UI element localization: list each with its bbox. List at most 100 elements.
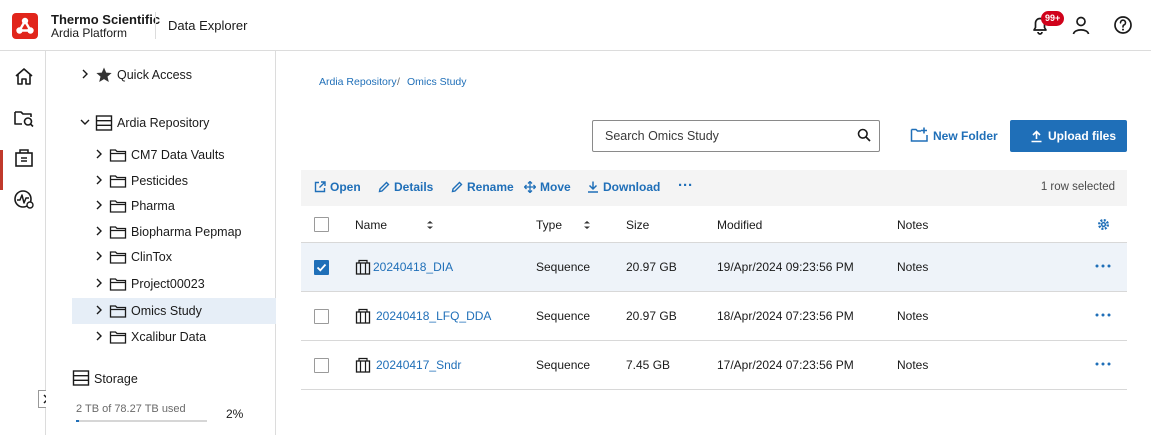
nav-data-explorer[interactable]: [12, 106, 36, 130]
tree-item-project00023[interactable]: Project00023: [72, 272, 276, 296]
row-name-link[interactable]: 20240418_DIA: [373, 260, 453, 274]
row-size: 20.97 GB: [626, 260, 677, 274]
chevron-right-icon: [82, 69, 88, 79]
more-actions-button[interactable]: ···: [678, 177, 693, 194]
platform-name: Ardia Platform: [51, 26, 128, 40]
tree-item-clintox[interactable]: ClinTox: [72, 245, 276, 269]
open-external-icon: [314, 181, 326, 193]
row-type: Sequence: [536, 358, 591, 372]
select-all-checkbox[interactable]: [314, 217, 329, 232]
nav-home[interactable]: [12, 65, 36, 89]
more-horizontal-icon[interactable]: [1094, 358, 1112, 370]
column-type[interactable]: Type: [536, 218, 562, 232]
help-icon: [1114, 16, 1132, 34]
storage-percent: 2%: [226, 407, 244, 421]
chevron-right-icon: [96, 226, 102, 236]
user-icon: [1072, 16, 1090, 35]
upload-files-label: Upload files: [1048, 129, 1117, 143]
folder-icon: [109, 278, 127, 291]
storage-progress-fill: [76, 420, 79, 422]
home-icon: [15, 68, 33, 85]
breadcrumb-omics-study[interactable]: Omics Study: [407, 76, 467, 88]
upload-files-button[interactable]: Upload files: [1010, 120, 1127, 152]
row-name-link[interactable]: 20240418_LFQ_DDA: [376, 309, 491, 323]
column-modified[interactable]: Modified: [717, 218, 762, 232]
row-checkbox[interactable]: [314, 309, 329, 324]
table-header: Name Type Size Modified Notes: [301, 206, 1127, 243]
row-notes[interactable]: Notes: [897, 358, 928, 372]
row-modified: 17/Apr/2024 07:23:56 PM: [717, 358, 854, 372]
storage-progress-bar: [76, 420, 207, 422]
sequence-icon: [355, 308, 371, 324]
nav-analytics[interactable]: [12, 187, 36, 211]
folder-icon: [109, 251, 127, 264]
table-row[interactable]: 20240417_Sndr Sequence 7.45 GB 17/Apr/20…: [301, 341, 1127, 390]
column-notes[interactable]: Notes: [897, 218, 928, 232]
row-type: Sequence: [536, 260, 591, 274]
gear-icon[interactable]: [1097, 218, 1110, 231]
row-checkbox[interactable]: [314, 358, 329, 373]
edit-icon: [451, 181, 463, 193]
folder-icon: [109, 149, 127, 162]
chevron-right-icon: [96, 305, 102, 315]
row-notes[interactable]: Notes: [897, 309, 928, 323]
table-row[interactable]: 20240418_LFQ_DDA Sequence 20.97 GB 18/Ap…: [301, 292, 1127, 341]
app-header: Thermo Scientific Ardia Platform Data Ex…: [0, 0, 1151, 51]
left-nav-rail: [0, 51, 46, 435]
sequence-icon: [355, 259, 371, 275]
sequence-icon: [355, 357, 371, 373]
active-nav-indicator: [0, 150, 3, 190]
more-horizontal-icon[interactable]: [1094, 309, 1112, 321]
row-size: 7.45 GB: [626, 358, 671, 372]
tree-item-pharma[interactable]: Pharma: [72, 194, 276, 218]
breadcrumb-repository[interactable]: Ardia Repository: [319, 76, 397, 88]
tree-item-pesticides[interactable]: Pesticides: [72, 169, 276, 193]
row-checkbox[interactable]: [314, 260, 329, 275]
nav-packages[interactable]: [12, 146, 36, 170]
sort-icon[interactable]: [426, 220, 434, 230]
new-folder-label: New Folder: [933, 129, 998, 143]
chevron-right-icon: [96, 175, 102, 185]
sort-icon[interactable]: [583, 220, 591, 230]
tree-item-label: Omics Study: [131, 304, 202, 318]
pencil-icon: [378, 181, 390, 193]
star-icon: [96, 67, 112, 82]
search-icon[interactable]: [857, 128, 871, 142]
details-label: Details: [394, 180, 434, 194]
row-modified: 19/Apr/2024 09:23:56 PM: [717, 260, 854, 274]
table-row[interactable]: 20240418_DIA Sequence 20.97 GB 19/Apr/20…: [301, 243, 1127, 292]
folder-icon: [109, 305, 127, 318]
move-label: Move: [540, 180, 571, 194]
search-input[interactable]: [592, 120, 880, 152]
tree-item-omics-study[interactable]: Omics Study: [72, 298, 276, 324]
tree-item-ardia-repository[interactable]: Ardia Repository: [72, 111, 276, 135]
more-horizontal-icon[interactable]: [1094, 260, 1112, 272]
file-actions-toolbar: Open Details Rename Move Download ··· 1 …: [301, 170, 1127, 206]
chevron-down-icon: [80, 119, 90, 125]
download-icon: [588, 181, 598, 193]
help-button[interactable]: [1112, 14, 1134, 36]
tree-item-cm7-data-vaults[interactable]: CM7 Data Vaults: [72, 143, 276, 167]
chevron-right-icon: [96, 331, 102, 341]
thermo-logo[interactable]: [12, 13, 38, 39]
row-name-link[interactable]: 20240417_Sndr: [376, 358, 461, 372]
move-arrows-icon: [524, 181, 536, 193]
open-label: Open: [330, 180, 361, 194]
download-label: Download: [603, 180, 661, 194]
notification-badge: 99+: [1041, 11, 1065, 26]
chevron-right-icon: [96, 149, 102, 159]
folder-tree: Quick Access Ardia Repository CM7 Data V…: [46, 51, 276, 435]
logo-mark-icon: [16, 17, 34, 34]
header-divider: [155, 12, 156, 39]
row-notes[interactable]: Notes: [897, 260, 928, 274]
tree-item-label: ClinTox: [131, 250, 172, 264]
tree-item-label: Pesticides: [131, 174, 188, 188]
folder-icon: [109, 226, 127, 239]
tree-item-xcalibur-data[interactable]: Xcalibur Data: [72, 325, 276, 349]
user-profile-button[interactable]: [1070, 14, 1092, 36]
tree-item-biopharma-pepmap[interactable]: Biopharma Pepmap: [72, 220, 276, 244]
tree-item-quick-access[interactable]: Quick Access: [72, 63, 276, 87]
tree-item-label: Project00023: [131, 277, 205, 291]
column-size[interactable]: Size: [626, 218, 649, 232]
column-name[interactable]: Name: [355, 218, 387, 232]
